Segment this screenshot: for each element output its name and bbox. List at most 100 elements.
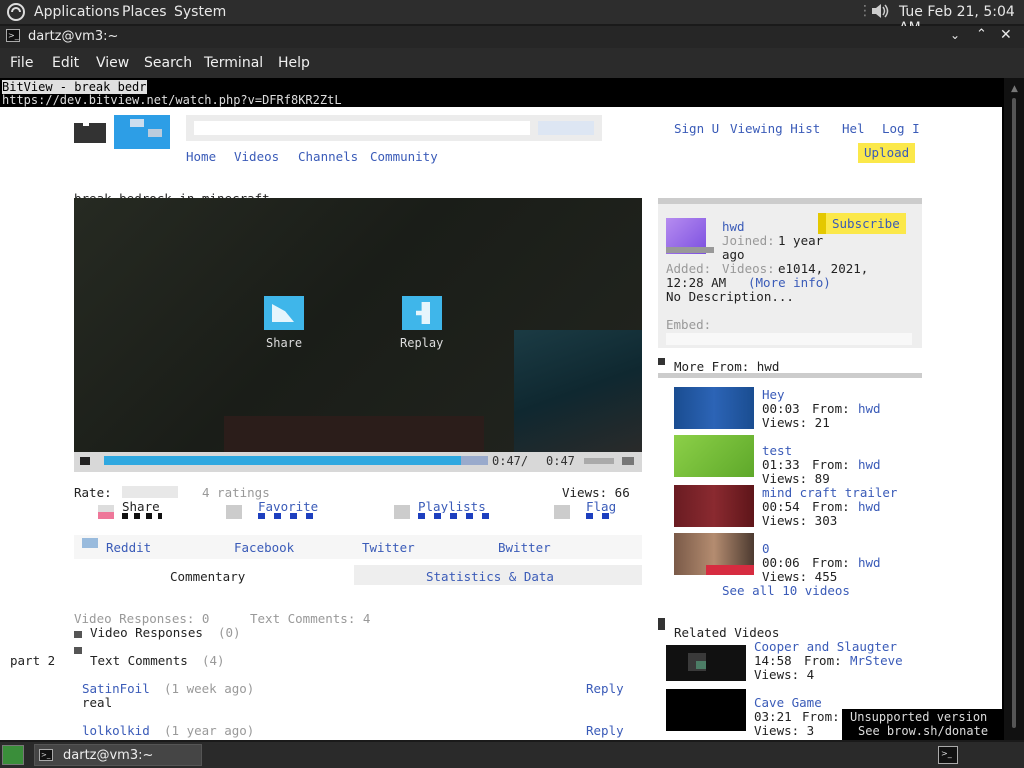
see-all-videos-link[interactable]: See all 10 videos — [722, 583, 850, 598]
workspace-switcher[interactable]: >_ — [938, 746, 958, 764]
applications-menu[interactable]: Applications — [34, 4, 120, 20]
comment-age: (1 year ago) — [164, 723, 255, 738]
volume-icon[interactable] — [870, 2, 890, 24]
subscribe-button[interactable]: Subscribe — [818, 213, 906, 234]
search-input[interactable] — [194, 121, 530, 135]
related-video-title[interactable]: test — [762, 443, 792, 458]
thumbnail-detail — [706, 565, 754, 575]
joined-value-2: ago — [722, 247, 745, 262]
video-thumbnail[interactable] — [666, 645, 746, 681]
collapse-icon[interactable] — [74, 647, 82, 654]
site-logo[interactable] — [74, 115, 170, 149]
avatar-shadow — [666, 247, 714, 253]
menu-help[interactable]: Help — [278, 55, 310, 71]
scroll-up-icon[interactable]: ▲ — [1011, 84, 1018, 94]
related-video-views: Views: 3 — [754, 723, 815, 738]
video-responses-heading[interactable]: Video Responses — [90, 625, 203, 640]
related-video-title[interactable]: Hey — [762, 387, 785, 402]
menu-file[interactable]: File — [10, 55, 33, 71]
upload-button[interactable]: Upload — [858, 143, 916, 163]
text-comments-heading[interactable]: Text Comments — [90, 653, 188, 668]
video-thumbnail[interactable] — [674, 387, 754, 429]
share-facebook[interactable]: Facebook — [234, 540, 294, 555]
related-video-title[interactable]: 0 — [762, 541, 770, 556]
show-desktop-icon[interactable] — [2, 745, 24, 765]
part-label: part 2 — [10, 653, 56, 668]
favorite-action[interactable]: Favorite — [226, 499, 326, 527]
taskbar-window-button[interactable]: >_ dartz@vm3:~ — [34, 744, 202, 766]
menu-terminal[interactable]: Terminal — [204, 55, 263, 71]
menu-edit[interactable]: Edit — [52, 55, 79, 71]
search-button[interactable] — [538, 121, 594, 135]
related-video-title[interactable]: Cave Game — [754, 695, 822, 710]
more-info-link[interactable]: (More info) — [748, 275, 831, 290]
menu-view[interactable]: View — [96, 55, 129, 71]
related-video-user[interactable]: hwd — [858, 457, 881, 472]
rating-stars[interactable] — [122, 486, 178, 498]
terminal-area[interactable]: BitView - break bedr https://dev.bitview… — [0, 78, 1024, 740]
comment-user[interactable]: SatinFoil — [82, 681, 150, 696]
gnome-logo-icon[interactable] — [6, 2, 26, 26]
window-title: dartz@vm3:~ — [28, 29, 119, 44]
related-video-views: Views: 4 — [754, 667, 815, 682]
nav-community[interactable]: Community — [370, 149, 438, 164]
login-link[interactable]: Log I — [882, 121, 920, 136]
menu-search[interactable]: Search — [144, 55, 192, 71]
related-video-title[interactable]: mind craft trailer — [762, 485, 897, 500]
comment-reply-button[interactable]: Reply — [586, 723, 624, 738]
video-frame-block — [224, 416, 484, 452]
share-bwitter[interactable]: Bwitter — [498, 540, 551, 555]
section-icon — [658, 358, 665, 365]
help-link[interactable]: Hel — [842, 121, 865, 136]
places-menu[interactable]: Places — [122, 4, 167, 20]
related-video-user[interactable]: hwd — [858, 401, 881, 416]
joined-value: 1 year — [778, 233, 824, 248]
system-menu[interactable]: System — [174, 4, 226, 20]
video-thumbnail[interactable] — [674, 485, 754, 527]
close-button[interactable]: ✕ — [1000, 27, 1012, 43]
flag-action[interactable]: Flag — [554, 499, 624, 527]
replay-overlay-button[interactable]: Replay — [400, 296, 456, 352]
scroll-thumb[interactable] — [1012, 98, 1016, 728]
embed-input[interactable] — [666, 333, 912, 345]
related-video-user[interactable]: hwd — [858, 499, 881, 514]
nav-videos[interactable]: Videos — [234, 149, 279, 164]
window-menu-button[interactable]: ⌄ — [950, 28, 960, 42]
channel-name[interactable]: hwd — [722, 219, 745, 234]
comment-user[interactable]: lolkolkid — [82, 723, 150, 738]
browser-url[interactable]: https://dev.bitview.net/watch.php?v=DFRf… — [2, 93, 342, 107]
signup-link[interactable]: Sign U — [674, 121, 719, 136]
viewing-history-link[interactable]: Viewing Hist — [730, 121, 820, 136]
share-twitter[interactable]: Twitter — [362, 540, 415, 555]
window-titlebar[interactable]: >_ dartz@vm3:~ ⌄ ⌃ ✕ — [0, 26, 1024, 48]
related-video-user[interactable]: MrSteve — [850, 653, 903, 668]
nav-home[interactable]: Home — [186, 149, 216, 164]
video-thumbnail[interactable] — [674, 435, 754, 477]
collapse-icon[interactable] — [74, 631, 82, 638]
unsupported-version-overlay[interactable]: Unsupported version See brow.sh/donate — [842, 709, 1002, 740]
nav-channels[interactable]: Channels — [298, 149, 358, 164]
related-video-user[interactable]: hwd — [858, 555, 881, 570]
share-reddit[interactable]: Reddit — [106, 540, 151, 555]
related-video-title[interactable]: Cooper and Slaugter — [754, 639, 897, 654]
volume-control[interactable] — [584, 458, 614, 464]
share-label: Share — [266, 336, 303, 350]
progress-fill — [104, 456, 462, 465]
related-video-from: From: — [812, 457, 850, 472]
browser-tab-title[interactable]: BitView - break bedr — [2, 80, 147, 94]
minimize-button[interactable]: ⌃ — [976, 27, 987, 42]
playlists-label: Playlists — [418, 499, 486, 514]
comment-reply-button[interactable]: Reply — [586, 681, 624, 696]
fullscreen-button[interactable] — [622, 457, 634, 465]
share-action[interactable]: Share — [98, 499, 168, 527]
related-video-views: Views: 21 — [762, 415, 830, 430]
terminal-scrollbar[interactable]: ▲ — [1004, 78, 1024, 740]
playlists-action[interactable]: Playlists — [394, 499, 494, 527]
tab-statistics[interactable]: Statistics & Data — [426, 569, 554, 584]
tab-commentary[interactable]: Commentary — [170, 569, 245, 584]
share-overlay-button[interactable]: Share — [264, 296, 308, 352]
video-player[interactable]: Share Replay — [74, 198, 642, 452]
play-button[interactable] — [80, 457, 90, 465]
text-comments-summary: Text Comments: 4 — [250, 611, 371, 626]
video-thumbnail[interactable] — [666, 689, 746, 731]
